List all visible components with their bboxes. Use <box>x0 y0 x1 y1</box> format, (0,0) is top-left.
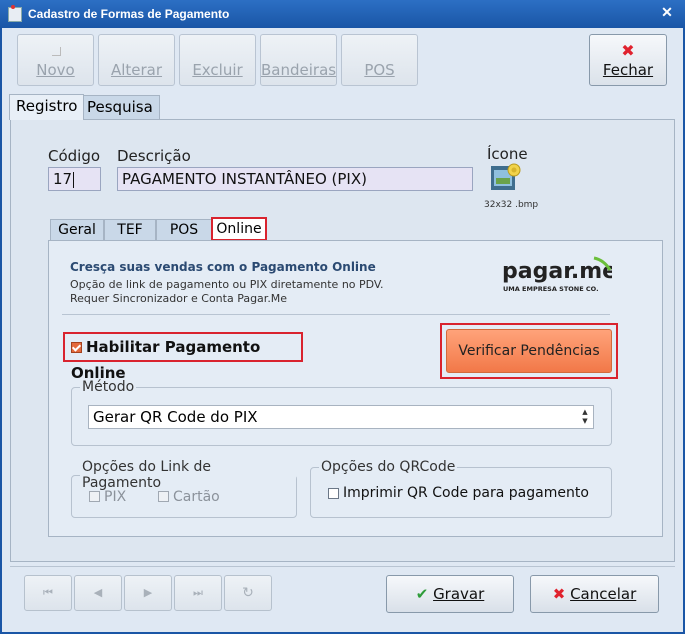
title-bar: Cadastro de Formas de Pagamento ✕ <box>0 0 685 28</box>
checkbox-icon[interactable] <box>328 487 339 499</box>
metodo-legend: Método <box>82 379 135 395</box>
codigo-label: Código <box>48 147 101 165</box>
fechar-button[interactable]: ✖ Fechar <box>589 34 667 86</box>
close-window-icon[interactable]: ✕ <box>659 4 675 20</box>
novo-label: Novo <box>36 61 75 79</box>
tab-online[interactable]: Online <box>211 217 267 241</box>
codigo-value: 17 <box>53 170 73 188</box>
checkbox-icon[interactable] <box>158 491 169 502</box>
new-icon <box>51 47 61 56</box>
window-title: Cadastro de Formas de Pagamento <box>28 7 230 21</box>
tab-pesquisa[interactable]: Pesquisa <box>80 95 160 119</box>
cartao-checkbox[interactable]: Cartão <box>158 486 220 505</box>
previous-record-button[interactable]: ◀ <box>74 575 122 611</box>
payment-icon[interactable] <box>490 162 522 194</box>
gravar-label: Gravar <box>433 585 485 603</box>
next-record-button[interactable]: ▶ <box>124 575 172 611</box>
last-record-button[interactable]: ⏭ <box>174 575 222 611</box>
pix-label: PIX <box>104 489 127 505</box>
cancel-icon: ✖ <box>552 585 566 603</box>
enable-online-checkbox[interactable]: Habilitar Pagamento Online <box>63 332 303 382</box>
alterar-label: Alterar <box>110 61 163 79</box>
logo-subtext: UMA EMPRESA STONE CO. <box>503 285 599 293</box>
bandeiras-button[interactable]: Bandeiras <box>260 34 337 86</box>
refresh-button[interactable]: ↻ <box>224 575 272 611</box>
metodo-value: Gerar QR Code do PIX <box>93 408 258 426</box>
descricao-label: Descrição <box>117 147 191 165</box>
gravar-button[interactable]: ✔ Gravar <box>386 575 514 613</box>
verificar-pendencias-button[interactable]: Verificar Pendências <box>446 329 612 373</box>
promo-line-1: Opção de link de pagamento ou PIX direta… <box>70 278 384 291</box>
alterar-button[interactable]: Alterar <box>98 34 175 86</box>
spinner-icon[interactable]: ▲ ▼ <box>579 408 591 426</box>
first-record-button[interactable]: ⏮ <box>24 575 72 611</box>
cartao-label: Cartão <box>173 489 220 505</box>
checkbox-checked-icon[interactable] <box>71 342 82 353</box>
descricao-input[interactable]: PAGAMENTO INSTANTÂNEO (PIX) <box>117 167 473 191</box>
excluir-label: Excluir <box>192 61 243 79</box>
promo-line-2: Requer Sincronizador e Conta Pagar.Me <box>70 292 288 305</box>
close-icon: ✖ <box>621 41 635 60</box>
tab-geral[interactable]: Geral <box>50 219 104 241</box>
codigo-input[interactable]: 17 <box>48 167 101 191</box>
separator <box>62 314 610 315</box>
cancelar-button[interactable]: ✖ Cancelar <box>530 575 659 613</box>
cancelar-label: Cancelar <box>570 585 637 603</box>
app-icon <box>8 5 22 22</box>
bandeiras-label: Bandeiras <box>261 61 337 79</box>
tab-tef[interactable]: TEF <box>104 219 156 241</box>
novo-button[interactable]: Novo <box>17 34 94 86</box>
imprimir-qr-label: Imprimir QR Code para pagamento <box>343 485 589 501</box>
icone-label: Ícone <box>487 145 528 163</box>
verify-highlight: Verificar Pendências <box>440 323 618 379</box>
tab-pos[interactable]: POS <box>156 219 212 241</box>
pos-button[interactable]: POS <box>341 34 418 86</box>
metodo-select[interactable]: Gerar QR Code do PIX ▲ ▼ <box>88 405 594 429</box>
checkbox-icon[interactable] <box>89 491 100 502</box>
excluir-button[interactable]: Excluir <box>179 34 256 86</box>
pos-label: POS <box>364 61 395 79</box>
promo-title: Cresça suas vendas com o Pagamento Onlin… <box>70 260 376 274</box>
qrcode-options-legend: Opções do QRCode <box>321 459 456 475</box>
pagarme-logo: pagar.me UMA EMPRESA STONE CO. <box>502 256 612 293</box>
pix-checkbox[interactable]: PIX <box>89 486 126 505</box>
text-caret <box>73 171 75 188</box>
tab-registro[interactable]: Registro <box>9 94 85 120</box>
imprimir-qr-checkbox[interactable]: Imprimir QR Code para pagamento <box>328 485 589 501</box>
fechar-label: Fechar <box>602 61 654 79</box>
logo-text: pagar.me <box>502 259 612 284</box>
check-icon: ✔ <box>415 585 429 603</box>
icone-caption: 32x32 .bmp <box>484 200 539 210</box>
